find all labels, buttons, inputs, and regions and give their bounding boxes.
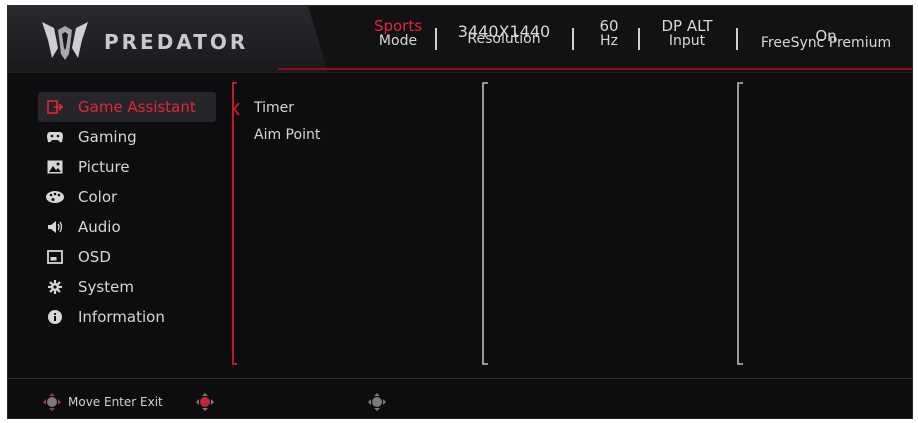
active-column-bracket [232, 82, 240, 365]
dpad-enter-icon [195, 393, 214, 411]
submenu-item-timer[interactable]: Timer [254, 94, 320, 121]
menu-item-osd[interactable]: OSD [38, 242, 216, 272]
footer-hints: Move Enter Exit [42, 392, 387, 412]
palette-icon [46, 189, 64, 205]
mode-label: Mode [378, 33, 418, 49]
column-bracket [737, 82, 743, 365]
menu-item-gaming[interactable]: Gaming [38, 122, 216, 152]
dpad-move-icon [43, 393, 61, 411]
menu-item-label: OSD [78, 248, 111, 266]
osd-menu: PREDATOR Sports Mode 3440X1440 Resolutio… [7, 5, 913, 419]
game-assistant-icon [46, 99, 64, 115]
header-divider [8, 72, 912, 73]
column-bracket [482, 82, 488, 365]
menu-item-label: Information [78, 308, 165, 326]
status-separator [572, 28, 574, 50]
refresh-value: 60 [599, 17, 619, 35]
menu-item-label: System [78, 278, 134, 296]
freesync-label: FreeSync Premium [760, 35, 892, 51]
status-mode: Sports Mode [364, 18, 432, 49]
menu-item-label: Picture [78, 158, 130, 176]
predator-logo-icon [42, 22, 88, 60]
status-separator [435, 28, 437, 50]
info-icon [46, 309, 64, 325]
status-freesync: On FreeSync Premium [746, 18, 906, 51]
header-accent-line [278, 68, 912, 70]
status-resolution: 3440X1440 Resolution [448, 18, 560, 47]
menu-item-picture[interactable]: Picture [38, 152, 216, 182]
input-label: Input [668, 33, 706, 49]
menu-item-label: Color [78, 188, 118, 206]
menu-item-audio[interactable]: Audio [38, 212, 216, 242]
osd-icon [46, 249, 64, 265]
status-separator [638, 28, 640, 50]
menu-item-label: Game Assistant [78, 98, 196, 116]
submenu-list: Timer Aim Point [254, 94, 320, 148]
brand-name: PREDATOR [104, 30, 249, 54]
menu-item-game-assistant[interactable]: Game Assistant [38, 92, 216, 122]
header-bar: PREDATOR Sports Mode 3440X1440 Resolutio… [8, 6, 912, 73]
menu-item-label: Gaming [78, 128, 137, 146]
status-separator [736, 28, 738, 50]
refresh-label: Hz [600, 33, 618, 49]
menu-item-system[interactable]: System [38, 272, 216, 302]
status-input: DP ALT Input [646, 18, 728, 49]
status-refresh: 60 Hz [584, 18, 634, 49]
footer-divider [8, 378, 912, 379]
menu-item-color[interactable]: Color [38, 182, 216, 212]
footer-hint-text: Move Enter Exit [68, 395, 163, 409]
dpad-exit-icon [367, 393, 386, 411]
main-menu: Game Assistant Gaming Picture Color Audi… [38, 92, 216, 332]
menu-item-label: Audio [78, 218, 121, 236]
picture-icon [46, 159, 64, 175]
menu-item-information[interactable]: Information [38, 302, 216, 332]
input-value: DP ALT [661, 17, 713, 35]
gamepad-icon [46, 129, 64, 145]
mode-value: Sports [373, 17, 423, 35]
gear-icon [46, 279, 64, 295]
submenu-item-aim-point[interactable]: Aim Point [254, 121, 320, 148]
speaker-icon [46, 219, 64, 235]
